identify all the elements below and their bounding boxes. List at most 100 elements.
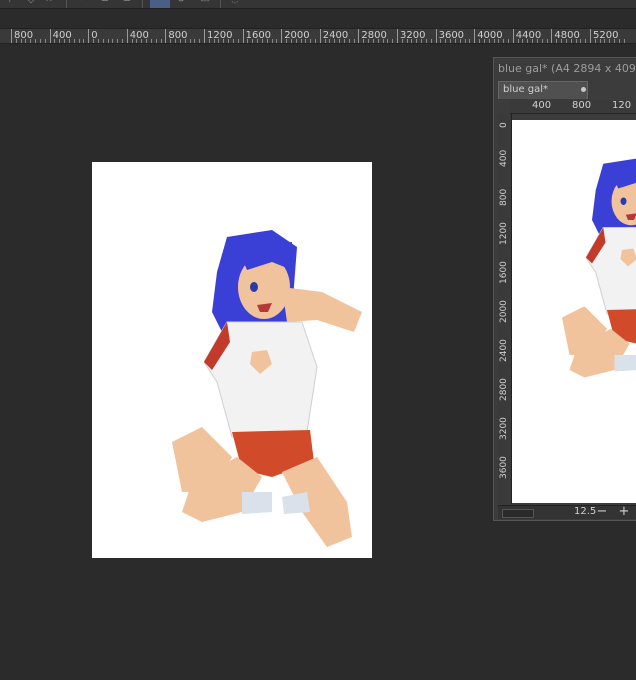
ruler-minor-tick [286, 39, 288, 43]
ruler-minor-tick [179, 39, 181, 43]
panel-document-canvas[interactable] [512, 120, 636, 503]
tool-icon[interactable]: ⌁ [74, 0, 88, 6]
ruler-minor-tick [503, 39, 505, 43]
speech-bubble-icon[interactable]: ◌ [228, 0, 242, 6]
ruler-minor-tick [464, 39, 466, 43]
ruler-minor-tick [175, 39, 177, 43]
tool-icon[interactable]: ≡ [120, 0, 134, 6]
ruler-minor-tick [604, 39, 606, 43]
ruler-minor-tick [343, 39, 345, 43]
tool-icon[interactable]: ◇ [24, 0, 38, 6]
ruler-minor-tick [536, 39, 538, 43]
panel-ruler-label: 0 [499, 122, 509, 128]
ruler-tick [88, 29, 90, 43]
ruler-minor-tick [387, 39, 389, 43]
zoom-level[interactable]: 12.5 [574, 506, 596, 517]
ruler-tick [165, 29, 167, 43]
ruler-tick [397, 29, 398, 43]
zoom-in-button[interactable]: + [618, 504, 630, 519]
ruler-minor-tick [237, 39, 239, 43]
close-tab-icon[interactable] [581, 87, 586, 92]
tool-icon[interactable]: ▭ [198, 0, 212, 6]
artwork [172, 230, 362, 547]
ruler-minor-tick [440, 39, 442, 43]
ruler-minor-tick [121, 39, 123, 43]
ruler-minor-tick [416, 39, 418, 43]
ruler-minor-tick [102, 39, 104, 43]
ruler-minor-tick [112, 39, 114, 43]
ruler-minor-tick [295, 39, 297, 43]
tool-icon[interactable]: ⊢ [6, 0, 20, 6]
toolbar-divider [66, 0, 67, 8]
ruler-minor-tick [93, 39, 95, 43]
zoom-slider[interactable] [502, 509, 534, 518]
ruler-minor-tick [136, 39, 138, 43]
ruler-minor-tick [117, 39, 119, 43]
ruler-minor-tick [15, 39, 17, 43]
ruler-minor-tick [199, 39, 201, 43]
ruler-minor-tick [208, 39, 210, 43]
ruler-minor-tick [580, 39, 582, 43]
panel-vertical-ruler[interactable]: 0 400 800 1200 1600 2000 2400 2800 3200 3600 [498, 114, 512, 504]
ruler-minor-tick [73, 39, 75, 43]
ruler-tick [11, 29, 12, 43]
ruler-minor-tick [39, 39, 41, 43]
panel-ruler-label: 1200 [499, 222, 509, 245]
ruler-minor-tick [35, 39, 37, 43]
ruler-minor-tick [372, 39, 374, 43]
ruler-minor-tick [623, 39, 625, 43]
panel-ruler-label: 1600 [499, 261, 509, 284]
ruler-minor-tick [454, 39, 456, 43]
ruler-tick [474, 29, 476, 43]
shoe-shape [614, 355, 636, 372]
ruler-minor-tick [150, 39, 152, 43]
panel-horizontal-ruler[interactable]: 400 800 120 [510, 100, 636, 114]
document-canvas[interactable] [92, 162, 372, 558]
ruler-minor-tick [213, 39, 215, 43]
ruler-minor-tick [488, 39, 490, 43]
ruler-minor-tick [614, 39, 616, 43]
ruler-tick [435, 29, 437, 43]
transform-icon[interactable]: ⇔ [42, 0, 56, 6]
panel-ruler-label: 800 [499, 188, 509, 206]
ruler-minor-tick [392, 39, 394, 43]
tool-icon[interactable]: ≡ [98, 0, 112, 6]
ruler-minor-tick [479, 39, 481, 43]
horizontal-ruler[interactable]: 800 400 0 400 800 1200 1600 2000 2400 2800 3200 360… [0, 28, 636, 44]
ruler-tick [281, 29, 283, 43]
eye-shape [250, 282, 258, 292]
ruler-minor-tick [97, 39, 99, 43]
ruler-tick [49, 29, 51, 43]
ruler-minor-tick [141, 39, 143, 43]
ruler-minor-tick [247, 39, 249, 43]
active-tool-button[interactable] [150, 0, 170, 8]
ruler-minor-tick [401, 39, 403, 43]
ruler-minor-tick [450, 39, 452, 43]
panel-ruler-label: 3600 [499, 456, 509, 479]
toolbar-divider [142, 0, 143, 8]
document-view-panel[interactable]: blue gal* (A4 2894 x 4093p blue gal* 400… [493, 57, 636, 521]
ruler-minor-tick [368, 39, 370, 43]
ruler-minor-tick [556, 39, 558, 43]
zoom-out-button[interactable]: − [596, 504, 608, 519]
ruler-minor-tick [469, 39, 471, 43]
ruler-minor-tick [59, 39, 61, 43]
ruler-minor-tick [131, 39, 133, 43]
panel-ruler-label: 400 [532, 100, 552, 111]
rotate-icon[interactable]: ↻ [174, 0, 188, 6]
ruler-tick [319, 29, 321, 43]
document-tab[interactable]: blue gal* [498, 81, 588, 99]
ruler-minor-tick [411, 39, 413, 43]
ruler-minor-tick [107, 39, 109, 43]
ruler-minor-tick [459, 39, 461, 43]
shoe-shape [282, 492, 310, 514]
ruler-minor-tick [609, 39, 611, 43]
ruler-tick [242, 29, 244, 43]
ruler-minor-tick [493, 39, 495, 43]
ruler-minor-tick [363, 39, 365, 43]
ruler-minor-tick [305, 39, 307, 43]
panel-title: blue gal* (A4 2894 x 4093p [498, 62, 636, 75]
ruler-minor-tick [339, 39, 341, 43]
ruler-minor-tick [300, 39, 302, 43]
ruler-minor-tick [561, 39, 563, 43]
